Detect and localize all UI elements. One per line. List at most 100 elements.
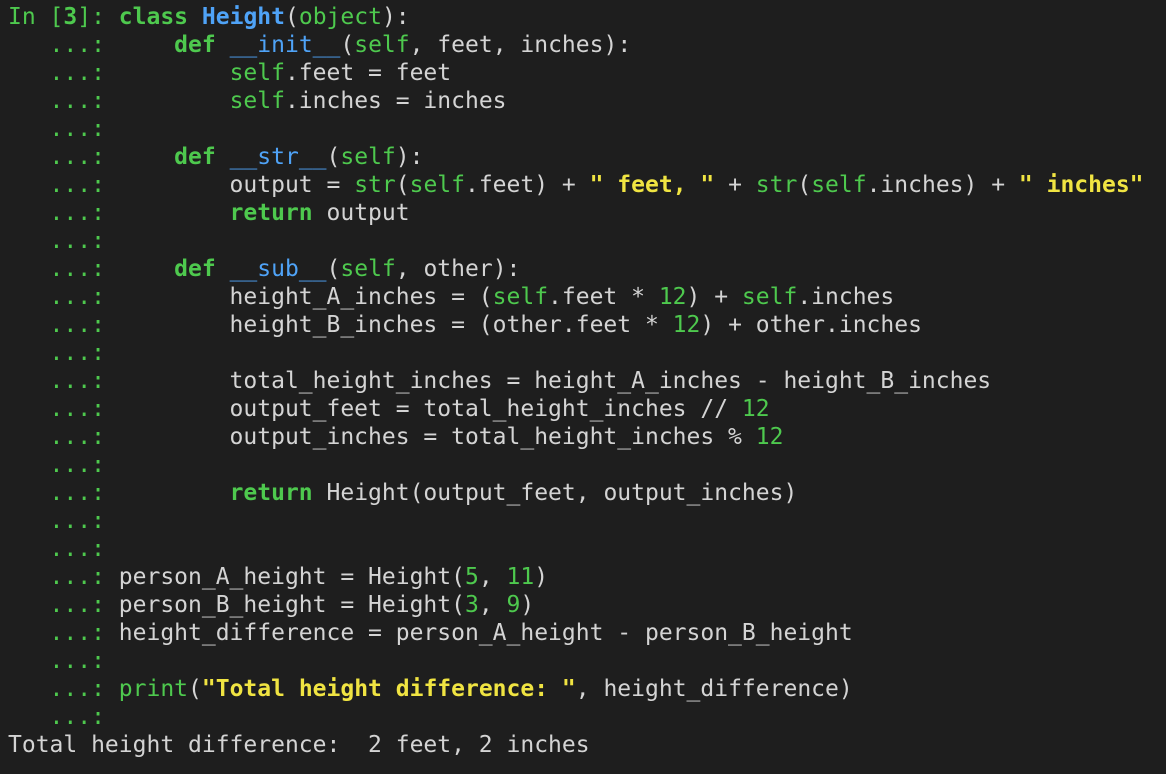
- code-token: Height: [201, 4, 285, 30]
- code-line: ...: height_B_inches = (other.feet * 12)…: [8, 311, 1164, 339]
- code-token: (: [797, 172, 812, 198]
- code-line: In [3]: class Height(object):: [8, 3, 1164, 31]
- continuation-prompt: ...:: [8, 60, 119, 86]
- code-token: self: [492, 284, 549, 310]
- code-token: 12: [658, 284, 687, 310]
- code-token: def: [174, 32, 216, 58]
- terminal-output[interactable]: In [3]: class Height(object): ...: def _…: [8, 3, 1164, 771]
- code-token: 12: [672, 312, 701, 338]
- code-token: 12: [755, 424, 784, 450]
- input-prompt: ]:: [77, 4, 119, 30]
- code-token: "Total height difference: ": [201, 676, 576, 702]
- code-token: , feet, inches):: [409, 32, 632, 58]
- input-prompt: In [: [8, 4, 64, 30]
- code-line: ...:: [8, 507, 1164, 535]
- continuation-prompt: ...:: [8, 508, 105, 534]
- code-token: (: [285, 4, 299, 30]
- code-token: return: [229, 480, 313, 506]
- code-token: (: [326, 256, 341, 282]
- code-token: class: [118, 4, 189, 30]
- code-token: .feet) +: [464, 172, 590, 198]
- continuation-prompt: ...:: [8, 32, 119, 58]
- continuation-prompt: ...:: [8, 480, 119, 506]
- continuation-prompt: ...:: [8, 228, 105, 254]
- code-line: ...: height_difference = person_A_height…: [8, 619, 1164, 647]
- code-line: ...: return Height(output_feet, output_i…: [8, 479, 1164, 507]
- code-line: ...: def __sub__(self, other):: [8, 255, 1164, 283]
- continuation-prompt: ...:: [8, 592, 119, 618]
- code-token: self: [409, 172, 465, 198]
- code-token: def: [174, 256, 216, 282]
- code-line: ...: def __init__(self, feet, inches):: [8, 31, 1164, 59]
- continuation-prompt: ...:: [8, 340, 105, 366]
- code-line: ...: self.inches = inches: [8, 87, 1164, 115]
- code-token: output =: [118, 172, 355, 198]
- code-token: person_A_height = Height(: [118, 564, 465, 590]
- code-token: ) + other.inches: [700, 312, 922, 338]
- continuation-prompt: ...:: [8, 452, 105, 478]
- code-token: , other):: [395, 256, 521, 282]
- code-token: self: [340, 256, 396, 282]
- code-token: self: [741, 284, 798, 310]
- code-line: ...:: [8, 535, 1164, 563]
- output-text: Total height difference: 2 feet, 2 inche…: [8, 732, 590, 758]
- code-token: self: [811, 172, 867, 198]
- code-token: total_height_inches = height_A_inches - …: [118, 368, 992, 394]
- code-token: 12: [741, 396, 770, 422]
- continuation-prompt: ...:: [8, 144, 119, 170]
- continuation-prompt: ...:: [8, 564, 119, 590]
- code-token: height_A_inches = (: [118, 284, 493, 310]
- continuation-prompt: ...:: [8, 88, 119, 114]
- code-token: .inches: [797, 284, 895, 310]
- code-line: ...: print("Total height difference: ", …: [8, 675, 1164, 703]
- code-token: +: [714, 172, 756, 198]
- code-line: ...: def __str__(self):: [8, 143, 1164, 171]
- code-token: ,: [478, 592, 507, 618]
- code-token: ,: [478, 564, 507, 590]
- continuation-prompt: ...:: [8, 648, 105, 674]
- code-line: ...: self.feet = feet: [8, 59, 1164, 87]
- code-token: str: [755, 172, 798, 198]
- code-token: .inches) +: [866, 172, 1019, 198]
- code-token: " inches": [1018, 172, 1144, 198]
- code-line: ...: person_B_height = Height(3, 9): [8, 591, 1164, 619]
- code-token: height_B_inches = (other.feet *: [118, 312, 673, 338]
- code-token: " feet, ": [589, 172, 715, 198]
- code-token: __str__: [229, 144, 327, 170]
- continuation-prompt: ...:: [8, 676, 119, 702]
- continuation-prompt: ...:: [8, 116, 105, 142]
- continuation-prompt: ...:: [8, 424, 119, 450]
- code-token: Height(output_feet, output_inches): [312, 480, 798, 506]
- code-token: 3: [464, 592, 479, 618]
- code-token: , height_difference): [575, 676, 853, 702]
- code-token: print: [118, 676, 189, 702]
- code-token: (: [340, 32, 355, 58]
- code-token: .feet = feet: [284, 60, 452, 86]
- continuation-prompt: ...:: [8, 200, 119, 226]
- code-token: ):: [395, 144, 424, 170]
- code-token: output_inches = total_height_inches %: [118, 424, 756, 450]
- code-token: str: [354, 172, 396, 198]
- code-token: (: [188, 676, 202, 702]
- code-token: self: [229, 88, 285, 114]
- code-token: person_B_height = Height(: [118, 592, 465, 618]
- code-line: ...:: [8, 451, 1164, 479]
- code-token: ) +: [686, 284, 742, 310]
- code-line: ...: person_A_height = Height(5, 11): [8, 563, 1164, 591]
- continuation-prompt: ...:: [8, 536, 105, 562]
- code-line: ...: return output: [8, 199, 1164, 227]
- code-token: height_difference = person_A_height - pe…: [118, 620, 853, 646]
- code-token: return: [229, 200, 313, 226]
- continuation-prompt: ...:: [8, 312, 119, 338]
- code-token: self: [229, 60, 285, 86]
- code-token: (: [395, 172, 410, 198]
- continuation-prompt: ...:: [8, 368, 119, 394]
